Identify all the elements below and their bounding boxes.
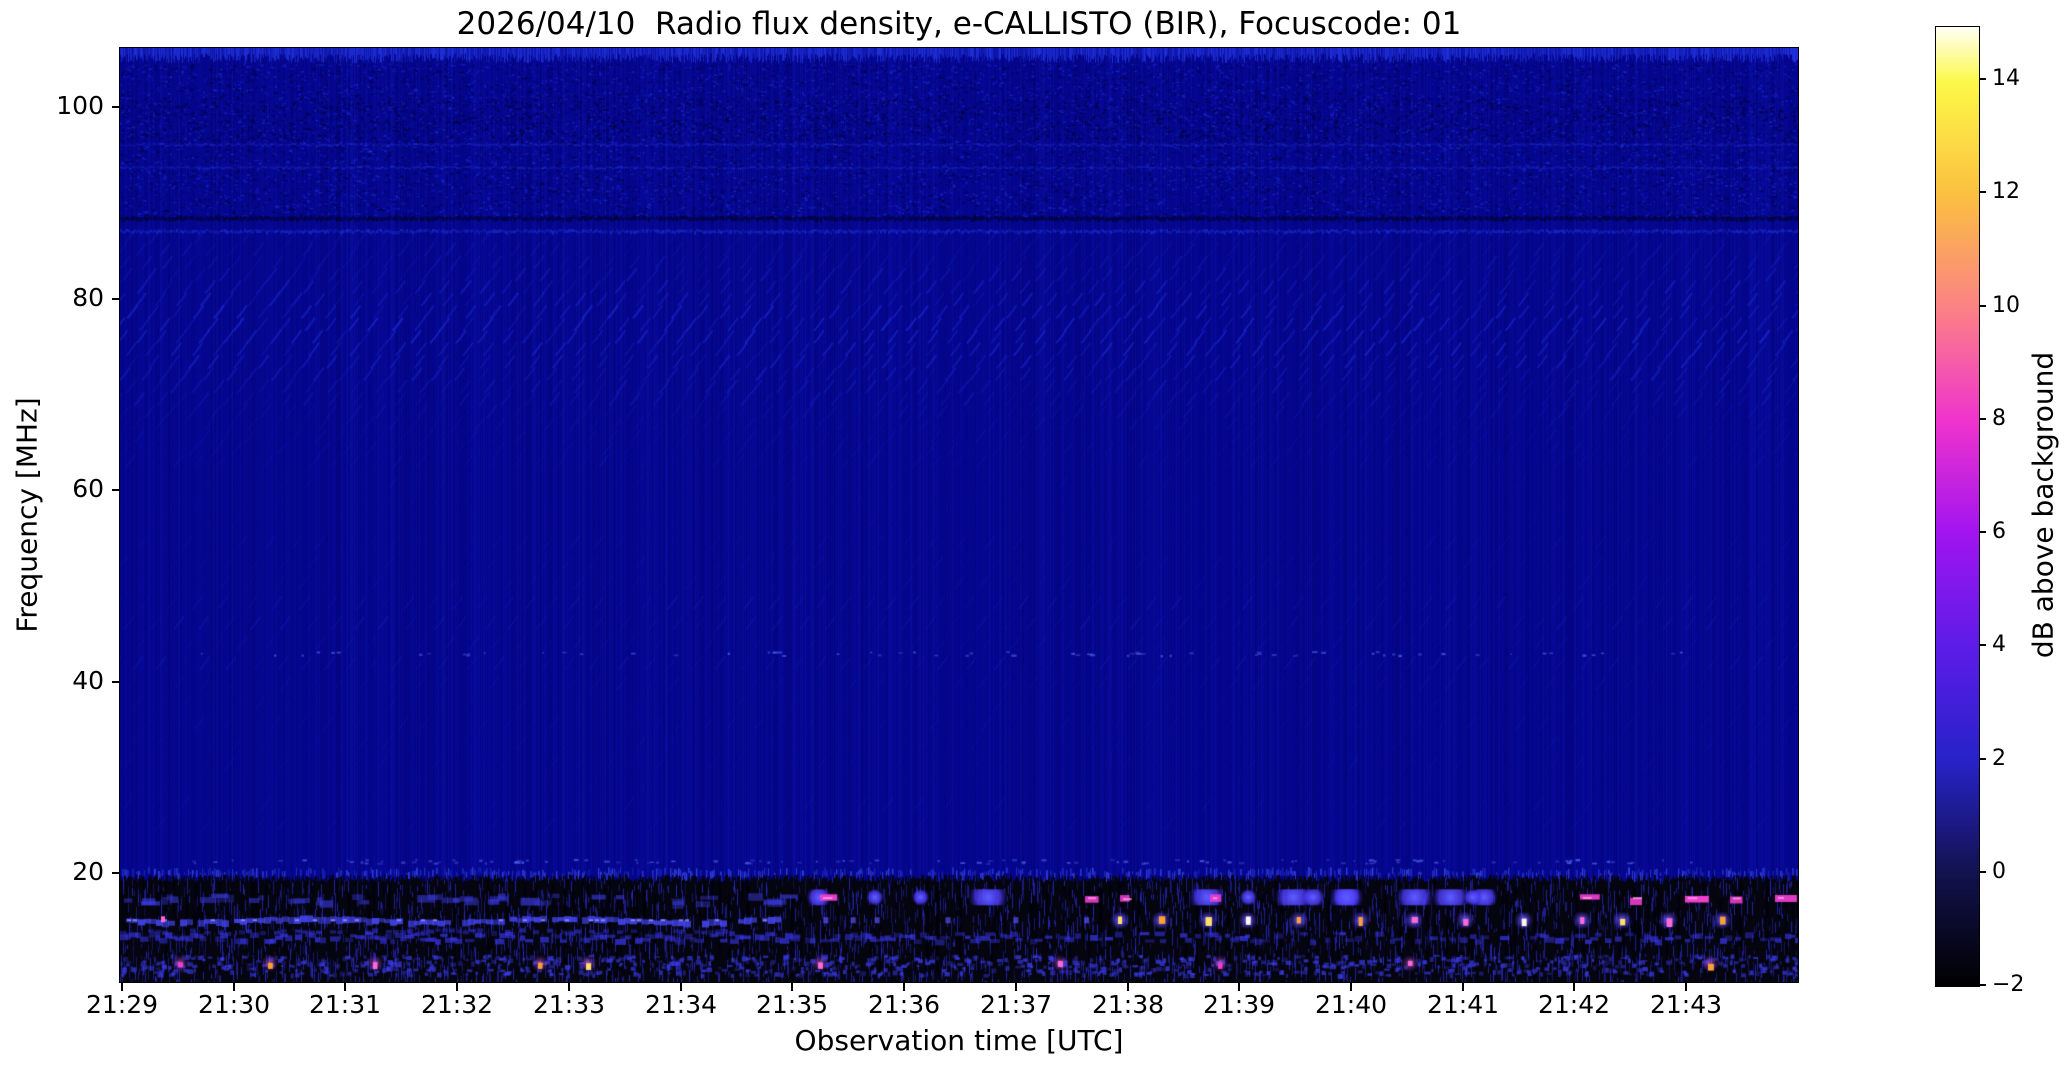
x-tick-mark [233, 983, 235, 991]
colorbar-tick-label: 6 [1992, 519, 2006, 544]
x-tick-mark [344, 983, 346, 991]
x-tick-mark [1127, 983, 1129, 991]
y-tick-mark [112, 298, 120, 300]
colorbar-tick-label: 2 [1992, 746, 2006, 771]
y-tick-mark [112, 489, 120, 491]
y-tick-label: 60 [72, 474, 104, 503]
x-tick-mark [456, 983, 458, 991]
colorbar-tick-label: 12 [1992, 179, 2020, 204]
y-tick-label: 40 [72, 666, 104, 695]
x-tick-label: 21:31 [308, 990, 382, 1019]
x-tick-label: 21:41 [1426, 990, 1500, 1019]
x-tick-mark [1015, 983, 1017, 991]
plot-area [119, 47, 1799, 983]
colorbar-tick-label: 14 [1992, 66, 2020, 91]
x-tick-mark [1238, 983, 1240, 991]
colorbar-tick-mark [1979, 984, 1986, 986]
colorbar-tick-label: 0 [1992, 859, 2006, 884]
x-axis-label: Observation time [UTC] [794, 1024, 1124, 1057]
x-tick-label: 21:32 [420, 990, 494, 1019]
colorbar-tick-label: 4 [1992, 632, 2006, 657]
x-tick-mark [1573, 983, 1575, 991]
y-tick-mark [112, 681, 120, 683]
colorbar-tick-mark [1979, 871, 1986, 873]
x-tick-mark [1685, 983, 1687, 991]
y-tick-label: 100 [56, 91, 104, 120]
figure: 2026/04/10 Radio flux density, e-CALLIST… [0, 0, 2066, 1067]
colorbar-tick-label: −2 [1992, 972, 2025, 997]
x-tick-label: 21:33 [532, 990, 606, 1019]
x-tick-mark [903, 983, 905, 991]
x-tick-mark [568, 983, 570, 991]
x-tick-label: 21:34 [644, 990, 718, 1019]
y-tick-mark [112, 872, 120, 874]
x-tick-mark [121, 983, 123, 991]
colorbar-tick-label: 8 [1992, 406, 2006, 431]
x-tick-label: 21:38 [1091, 990, 1165, 1019]
x-tick-label: 21:37 [979, 990, 1053, 1019]
colorbar-tick-mark [1979, 305, 1986, 307]
colorbar-label: dB above background [2026, 351, 2060, 659]
colorbar-tick-label: 10 [1992, 293, 2020, 318]
colorbar-tick-mark [1979, 531, 1986, 533]
colorbar-tick-mark [1979, 644, 1986, 646]
chart-title: 2026/04/10 Radio flux density, e-CALLIST… [456, 6, 1462, 42]
x-tick-label: 21:43 [1649, 990, 1723, 1019]
y-tick-label: 20 [72, 857, 104, 886]
colorbar-tick-mark [1979, 758, 1986, 760]
x-tick-mark [1350, 983, 1352, 991]
x-tick-label: 21:40 [1314, 990, 1388, 1019]
x-tick-label: 21:42 [1537, 990, 1611, 1019]
colorbar-tick-mark [1979, 418, 1986, 420]
x-tick-label: 21:36 [867, 990, 941, 1019]
x-tick-label: 21:39 [1202, 990, 1276, 1019]
y-tick-mark [112, 106, 120, 108]
x-tick-mark [1462, 983, 1464, 991]
y-axis-label: Frequency [MHz] [10, 397, 44, 633]
x-tick-mark [791, 983, 793, 991]
colorbar [1935, 26, 1980, 987]
y-tick-label: 80 [72, 283, 104, 312]
x-tick-label: 21:35 [755, 990, 829, 1019]
x-tick-mark [680, 983, 682, 991]
colorbar-tick-mark [1979, 191, 1986, 193]
x-tick-label: 21:30 [197, 990, 271, 1019]
colorbar-tick-mark [1979, 78, 1986, 80]
spectrogram-heatmap [120, 48, 1798, 982]
x-tick-label: 21:29 [85, 990, 159, 1019]
